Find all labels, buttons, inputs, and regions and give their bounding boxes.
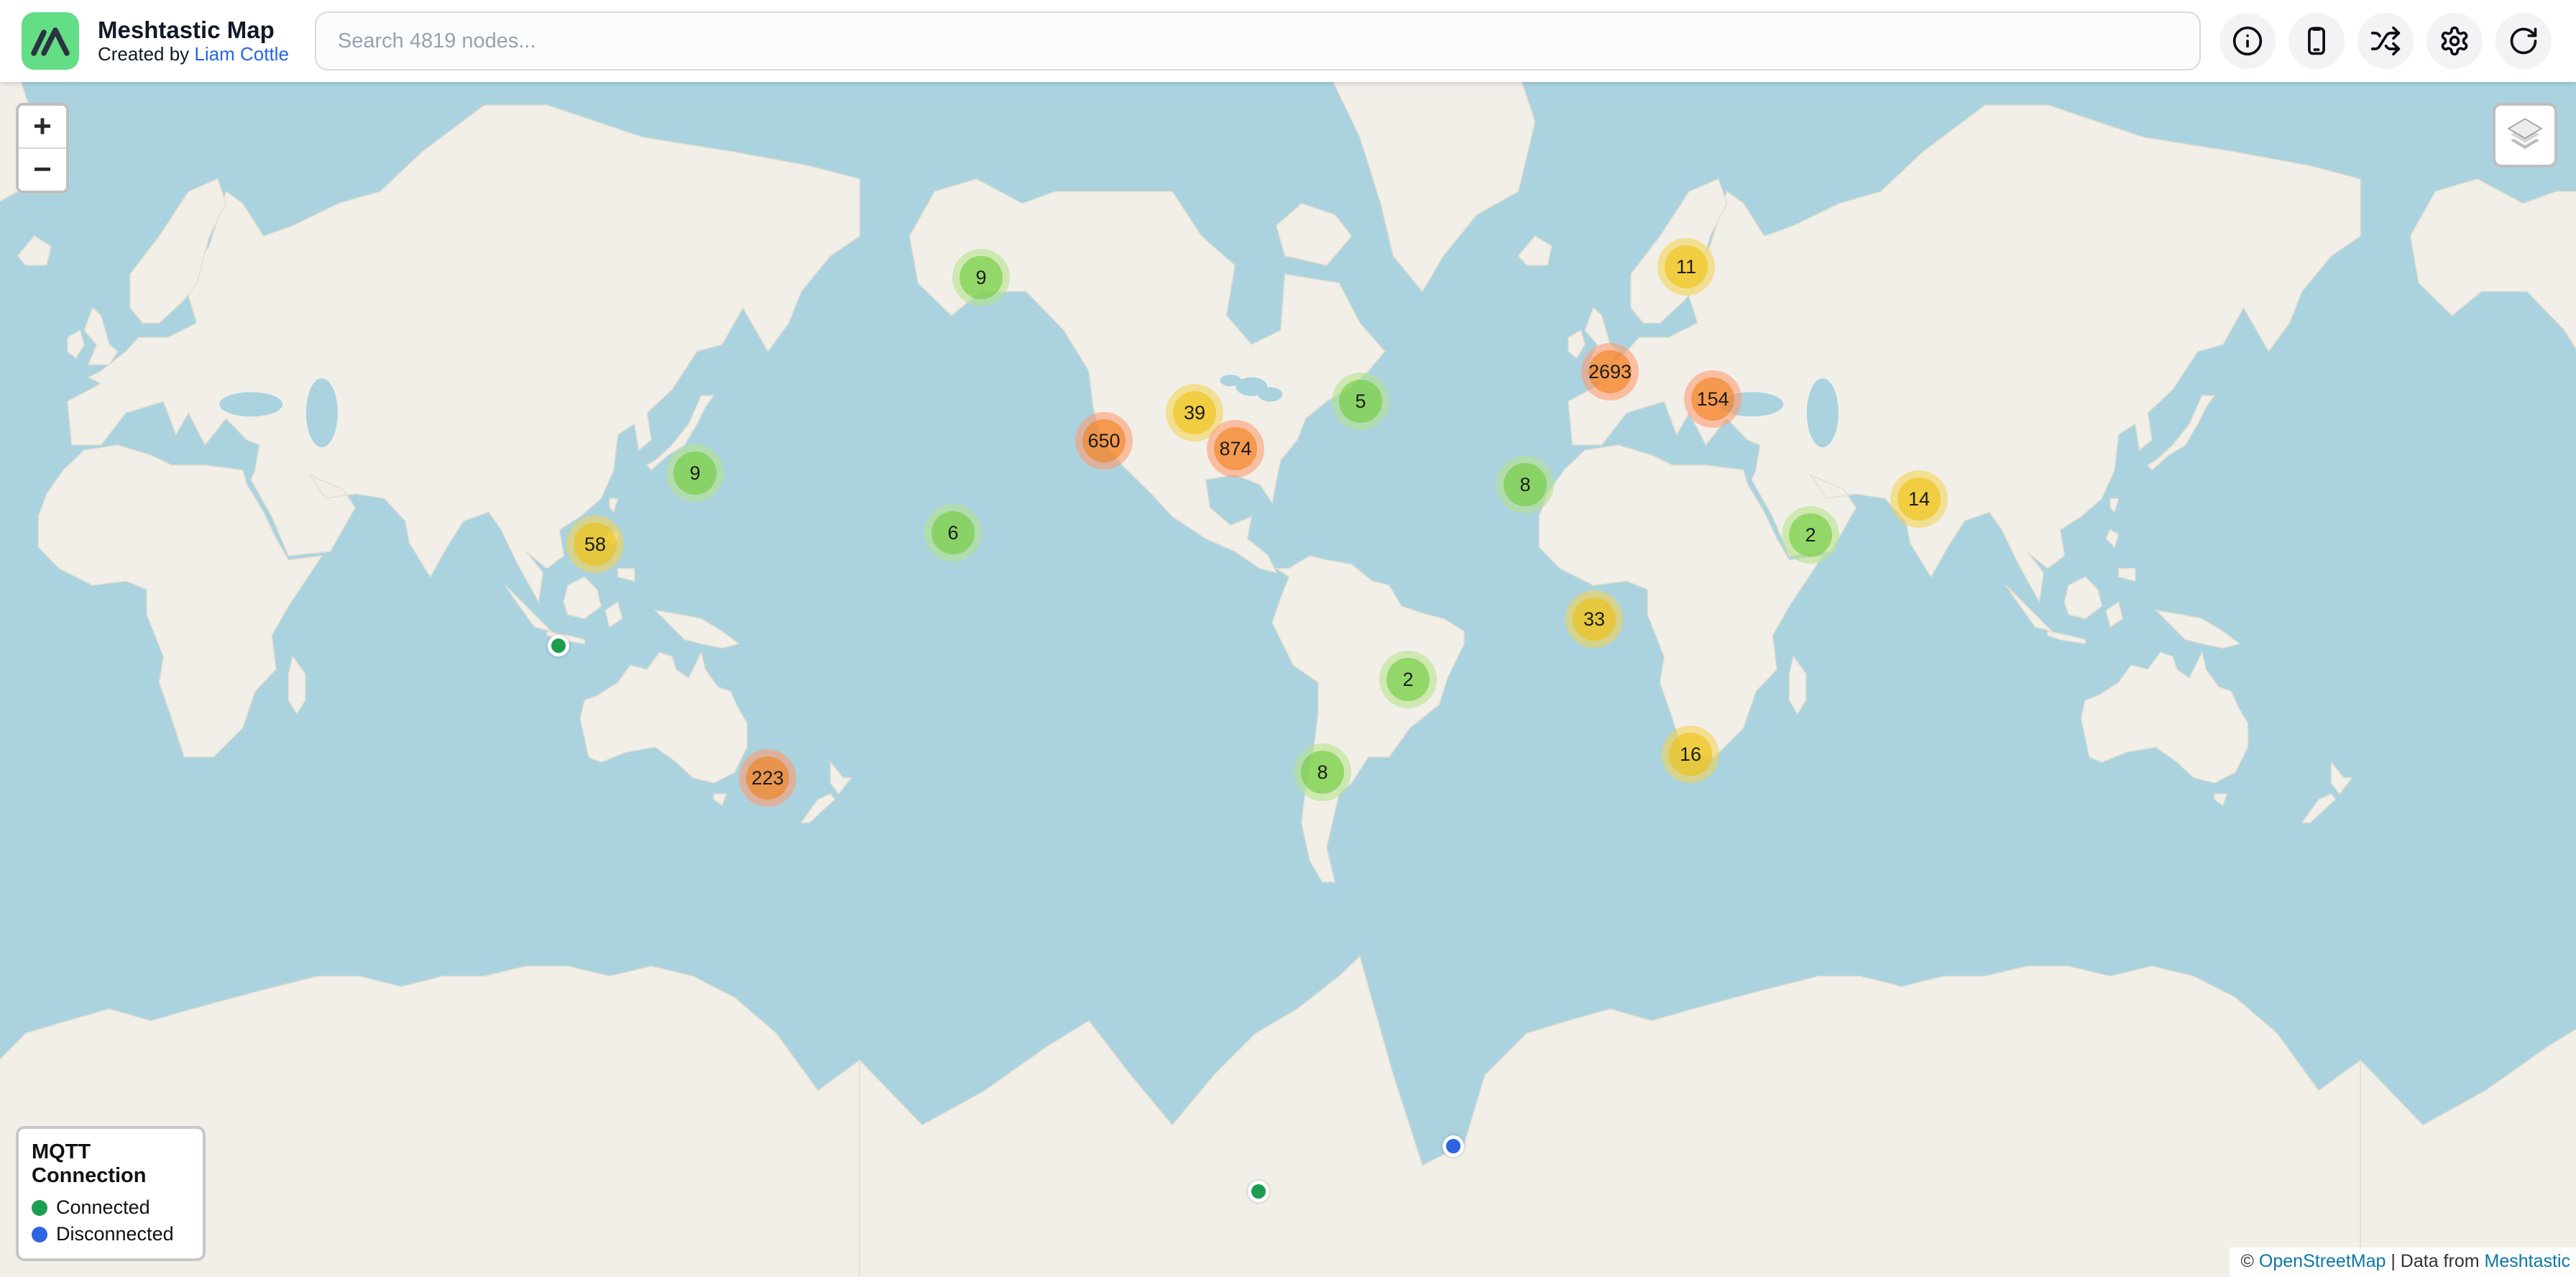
settings-button[interactable] [2426,13,2483,69]
layers-control[interactable] [2493,103,2557,168]
cluster-count: 5 [1355,390,1366,413]
cluster-marker[interactable]: 650 [1075,412,1133,470]
info-icon [2232,25,2263,57]
settings-icon [2439,25,2470,57]
cluster-count: 2 [1805,524,1816,546]
osm-link[interactable]: OpenStreetMap [2259,1251,2386,1271]
node-marker-disconnected[interactable] [1443,1135,1464,1157]
cluster-count: 9 [975,267,986,289]
map-attribution: © OpenStreetMap | Data from Meshtastic [2230,1248,2576,1277]
author-link[interactable]: Liam Cottle [194,43,289,65]
cluster-count: 9 [689,462,700,485]
cluster-count: 58 [584,534,606,556]
legend-label: Disconnected [56,1223,174,1245]
cluster-count: 14 [1908,488,1930,511]
byline-prefix: Created by [98,43,194,65]
cluster-marker[interactable]: 5 [1332,372,1389,430]
cluster-marker[interactable]: 16 [1662,726,1719,783]
cluster-marker[interactable]: 8 [1294,743,1351,801]
marker-layer: 9 39 650 874 5 11 2693 154 8 9 58 6 14 2 33 2 8 16 223 [0,82,2576,1277]
zoom-in-button[interactable]: + [19,106,66,147]
cluster-marker[interactable]: 33 [1565,590,1623,648]
node-marker-connected[interactable] [548,635,569,656]
smartphone-icon [2301,25,2332,57]
cluster-count: 154 [1696,388,1729,411]
meshtastic-logo-icon [22,12,79,70]
cluster-count: 2 [1402,669,1413,691]
page-title: Meshtastic Map [98,17,289,44]
mqtt-legend: MQTT Connection Connected Disconnected [16,1126,206,1261]
legend-items: Connected Disconnected [32,1196,190,1245]
cluster-marker[interactable]: 2 [1782,506,1839,564]
legend-item-disconnected: Disconnected [32,1223,190,1245]
disconnected-dot-icon [32,1227,47,1242]
info-button[interactable] [2220,13,2276,69]
cluster-marker[interactable]: 9 [952,249,1010,306]
cluster-marker[interactable]: 874 [1207,420,1264,477]
cluster-count: 11 [1676,256,1696,278]
cluster-marker[interactable]: 14 [1890,470,1948,528]
header: Meshtastic Map Created by Liam Cottle [0,0,2576,82]
cluster-marker[interactable]: 2693 [1581,343,1639,401]
search-input[interactable] [315,12,2201,70]
cluster-marker[interactable]: 58 [566,516,624,573]
cluster-marker[interactable]: 11 [1657,238,1715,296]
cluster-marker[interactable]: 154 [1684,370,1742,428]
header-buttons [2220,13,2552,69]
zoom-out-button[interactable]: − [19,149,66,191]
connected-dot-icon [32,1200,47,1216]
cluster-count: 8 [1519,474,1530,496]
cluster-marker[interactable]: 6 [924,504,982,562]
shuffle-button[interactable] [2358,13,2414,69]
attribution-separator: | Data from [2386,1251,2484,1271]
refresh-button[interactable] [2496,13,2552,69]
search-wrap [315,12,2201,70]
legend-item-connected: Connected [32,1196,190,1219]
cluster-marker[interactable]: 2 [1379,651,1437,708]
legend-title: MQTT Connection [32,1140,190,1188]
byline: Created by Liam Cottle [98,44,289,65]
cluster-count: 6 [947,522,958,544]
zoom-control: + − [16,103,69,193]
cluster-count: 2693 [1588,361,1632,383]
cluster-count: 8 [1317,761,1328,784]
layers-icon [2506,114,2544,157]
brand: Meshtastic Map Created by Liam Cottle [98,17,289,65]
cluster-marker[interactable]: 9 [666,444,724,502]
cluster-count: 16 [1680,743,1701,766]
legend-label: Connected [56,1196,150,1219]
cluster-count: 33 [1583,608,1605,631]
cluster-marker[interactable]: 8 [1496,456,1554,513]
shuffle-icon [2370,25,2401,57]
node-marker-connected[interactable] [1248,1181,1269,1202]
cluster-count: 874 [1219,438,1251,460]
attribution-prefix: © [2241,1251,2259,1271]
cluster-marker[interactable]: 223 [739,749,796,807]
map-canvas[interactable]: 9 39 650 874 5 11 2693 154 8 9 58 6 14 2 33 2 8 16 223 + −… [0,82,2576,1277]
smartphone-button[interactable] [2288,13,2345,69]
cluster-count: 650 [1087,430,1120,452]
cluster-count: 223 [751,767,783,789]
meshtastic-link[interactable]: Meshtastic [2485,1251,2570,1271]
refresh-icon [2508,25,2539,57]
cluster-count: 39 [1184,402,1205,424]
